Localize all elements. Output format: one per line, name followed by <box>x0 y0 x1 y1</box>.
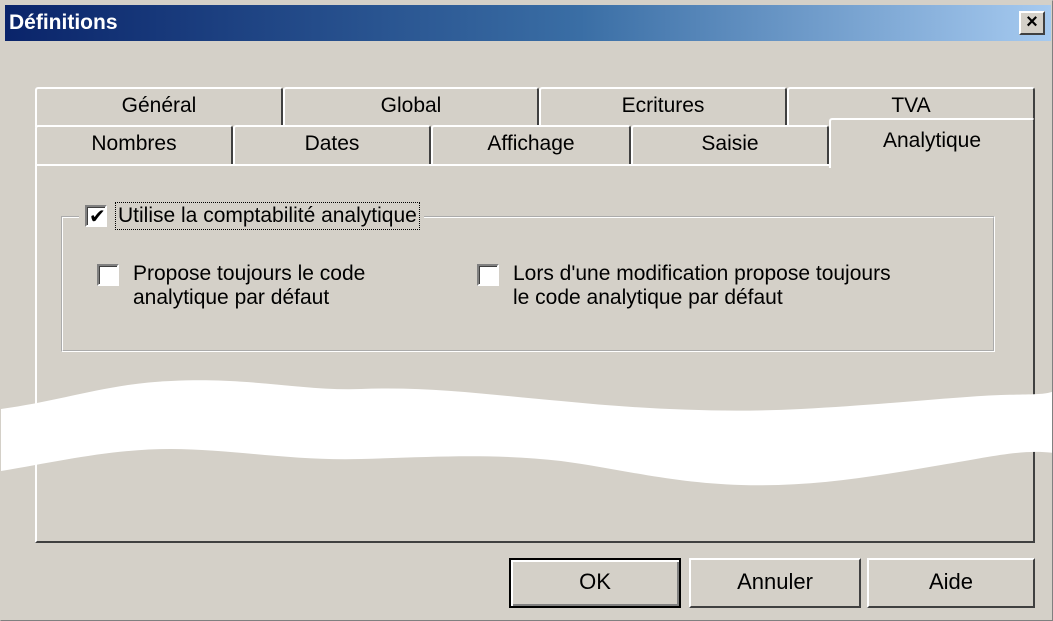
tab-label: Général <box>121 94 197 117</box>
tab-label: Dates <box>304 132 360 155</box>
propose-on-modify-checkbox[interactable]: Lors d'une modification propose toujours… <box>477 262 891 310</box>
cancel-button-label: Annuler <box>737 569 813 594</box>
title-bar[interactable]: Définitions × <box>5 5 1051 41</box>
checkmark-icon: ✔ <box>89 206 106 228</box>
tab-general[interactable]: Général <box>35 87 283 127</box>
help-button[interactable]: Aide <box>867 558 1035 608</box>
tab-label: Global <box>380 94 442 117</box>
option-label-line: Lors d'une modification propose toujours <box>513 262 891 285</box>
ok-button[interactable]: OK <box>509 558 681 608</box>
propose-default-code-label: Propose toujours le code analytique par … <box>133 262 365 310</box>
option-label-line: analytique par défaut <box>133 286 330 309</box>
checkbox-box[interactable]: ✔ <box>85 205 107 228</box>
tab-saisie[interactable]: Saisie <box>631 125 829 165</box>
ok-button-label: OK <box>579 569 611 594</box>
tab-ecritures[interactable]: Ecritures <box>539 87 787 127</box>
use-analytics-label: Utilise la comptabilité analytique <box>115 202 420 230</box>
tab-nombres[interactable]: Nombres <box>35 125 233 165</box>
close-button[interactable]: × <box>1019 11 1045 35</box>
tab-affichage[interactable]: Affichage <box>431 125 631 165</box>
tab-label: TVA <box>891 94 931 117</box>
option-label-line: Propose toujours le code <box>133 262 366 285</box>
help-button-label: Aide <box>928 569 974 594</box>
checkbox-box[interactable] <box>477 264 499 286</box>
window-title: Définitions <box>9 11 118 34</box>
torn-edge-overlay <box>1 380 1052 486</box>
tab-label: Ecritures <box>621 94 705 117</box>
tab-label: Affichage <box>487 132 575 155</box>
tab-label: Nombres <box>91 132 177 155</box>
propose-default-code-checkbox[interactable]: Propose toujours le code analytique par … <box>97 262 365 310</box>
tab-analytique[interactable]: Analytique <box>829 118 1035 168</box>
close-icon: × <box>1026 11 1038 33</box>
tab-label: Saisie <box>701 132 759 155</box>
use-analytics-checkbox[interactable]: ✔ Utilise la comptabilité analytique <box>79 202 424 230</box>
option-label-line: le code analytique par défaut <box>513 286 783 309</box>
propose-on-modify-label: Lors d'une modification propose toujours… <box>513 262 891 310</box>
tab-global[interactable]: Global <box>283 87 539 127</box>
tab-label: Analytique <box>882 129 982 152</box>
tab-dates[interactable]: Dates <box>233 125 431 165</box>
checkbox-box[interactable] <box>97 264 119 286</box>
definitions-dialog: Définitions × Général Global Ecritures T… <box>0 0 1053 621</box>
cancel-button[interactable]: Annuler <box>689 558 861 608</box>
